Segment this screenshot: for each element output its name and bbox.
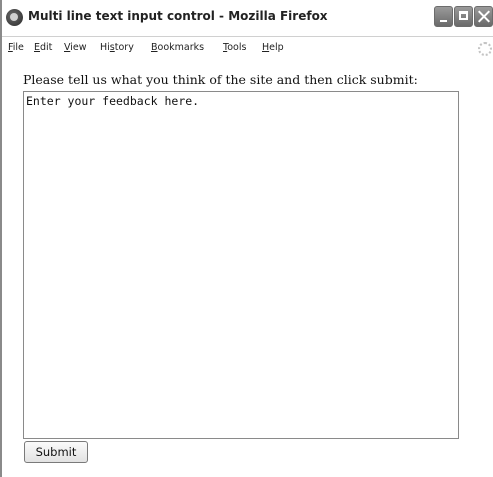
menu-history[interactable]: History — [100, 42, 134, 53]
close-icon[interactable] — [474, 6, 493, 27]
maximize-icon[interactable] — [454, 6, 473, 27]
menu-view[interactable]: View — [64, 42, 87, 53]
menu-tools[interactable]: Tools — [223, 42, 246, 53]
throbber-icon — [478, 42, 492, 56]
feedback-prompt: Please tell us what you think of the sit… — [23, 72, 418, 87]
feedback-textarea[interactable]: Enter your feedback here. — [23, 91, 459, 439]
menu-help[interactable]: Help — [262, 42, 284, 53]
menu-file[interactable]: File — [8, 42, 24, 53]
menu-edit[interactable]: Edit — [34, 42, 52, 53]
minimize-icon[interactable] — [434, 6, 453, 27]
firefox-icon — [6, 9, 23, 26]
title-bar: Multi line text input control - Mozilla … — [2, 0, 493, 37]
menu-bookmarks[interactable]: Bookmarks — [151, 42, 204, 53]
submit-button[interactable]: Submit — [24, 441, 88, 463]
menu-bar: File Edit View History Bookmarks Tools H… — [2, 37, 493, 59]
window-title: Multi line text input control - Mozilla … — [28, 9, 328, 23]
browser-window: Multi line text input control - Mozilla … — [0, 0, 493, 477]
